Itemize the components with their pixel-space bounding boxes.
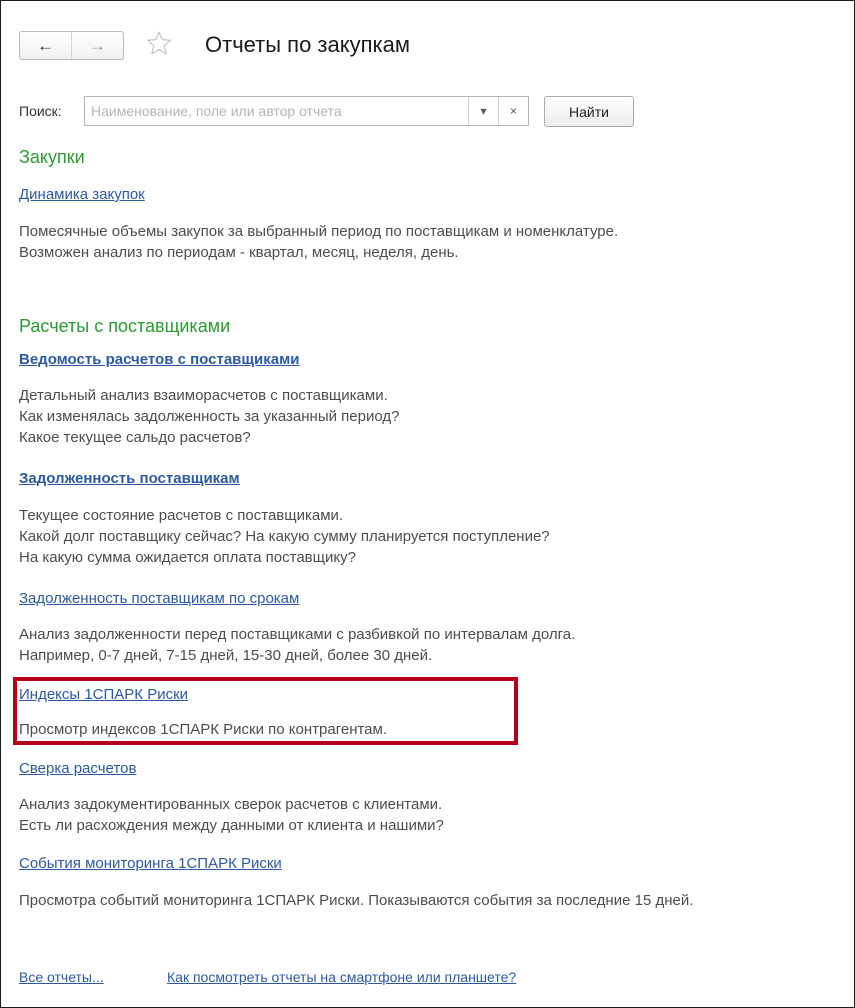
page-title: Отчеты по закупкам	[205, 32, 410, 57]
description-line: Анализ задолженности перед поставщиками …	[19, 626, 576, 643]
description-line: Просмотра событий мониторинга 1СПАРК Рис…	[19, 892, 694, 909]
report-description-supplier-settlements-statement: Детальный анализ взаиморасчетов с постав…	[19, 385, 399, 448]
report-link-purchase-dynamics[interactable]: Динамика закупок	[19, 186, 145, 203]
section-title-supplier-settlements: Расчеты с поставщиками	[19, 316, 231, 336]
description-line: Например, 0-7 дней, 7-15 дней, 15-30 дне…	[19, 647, 433, 664]
highlight-frame	[13, 677, 518, 745]
description-line: Какое текущее сальдо расчетов?	[19, 429, 251, 446]
search-label: Поиск:	[19, 103, 62, 119]
report-description-1spark-monitoring-events: Просмотра событий мониторинга 1СПАРК Рис…	[19, 890, 693, 911]
navigation-buttons: ← →	[19, 31, 124, 60]
clear-icon: ×	[509, 104, 517, 118]
report-link-supplier-debt-by-terms[interactable]: Задолженность поставщикам по срокам	[19, 590, 299, 607]
description-line: Анализ задокументированных сверок расчет…	[19, 796, 443, 813]
favorite-star-icon[interactable]	[146, 30, 172, 56]
report-link-supplier-settlements-statement[interactable]: Ведомость расчетов с поставщиками	[19, 351, 299, 368]
report-description-supplier-debt: Текущее состояние расчетов с поставщикам…	[19, 505, 550, 568]
section-title-purchases: Закупки	[19, 147, 85, 167]
description-line: Как изменялась задолженность за указанны…	[19, 408, 400, 425]
arrow-left-icon: ←	[37, 35, 54, 55]
description-line: Помесячные объемы закупок за выбранный п…	[19, 223, 619, 240]
report-description-supplier-debt-by-terms: Анализ задолженности перед поставщиками …	[19, 624, 575, 666]
report-description-settlement-reconciliation: Анализ задокументированных сверок расчет…	[19, 794, 444, 836]
find-button[interactable]: Найти	[544, 96, 634, 127]
forward-button[interactable]: →	[72, 32, 123, 59]
report-description-purchase-dynamics: Помесячные объемы закупок за выбранный п…	[19, 221, 618, 263]
report-link-supplier-debt[interactable]: Задолженность поставщикам	[19, 470, 240, 487]
description-line: Какой долг поставщику сейчас? На какую с…	[19, 528, 550, 545]
search-history-dropdown-button[interactable]: ▾	[468, 97, 498, 125]
description-line: Есть ли расхождения между данными от кли…	[19, 817, 444, 834]
mobile-reports-help-link[interactable]: Как посмотреть отчеты на смартфоне или п…	[167, 969, 516, 985]
description-line: Детальный анализ взаиморасчетов с постав…	[19, 387, 388, 404]
search-input[interactable]	[85, 97, 468, 125]
description-line: Текущее состояние расчетов с поставщикам…	[19, 507, 344, 524]
report-link-settlement-reconciliation[interactable]: Сверка расчетов	[19, 760, 136, 777]
all-reports-link[interactable]: Все отчеты...	[19, 969, 104, 985]
back-button[interactable]: ←	[20, 32, 72, 59]
arrow-right-icon: →	[89, 35, 106, 55]
description-line: Возможен анализ по периодам - квартал, м…	[19, 244, 459, 261]
search-clear-button[interactable]: ×	[498, 97, 528, 125]
dropdown-arrow-icon: ▾	[480, 104, 487, 118]
search-field: ▾ ×	[84, 96, 529, 126]
report-link-1spark-monitoring-events[interactable]: События мониторинга 1СПАРК Риски	[19, 855, 282, 872]
description-line: На какую сумма ожидается оплата поставщи…	[19, 549, 356, 566]
